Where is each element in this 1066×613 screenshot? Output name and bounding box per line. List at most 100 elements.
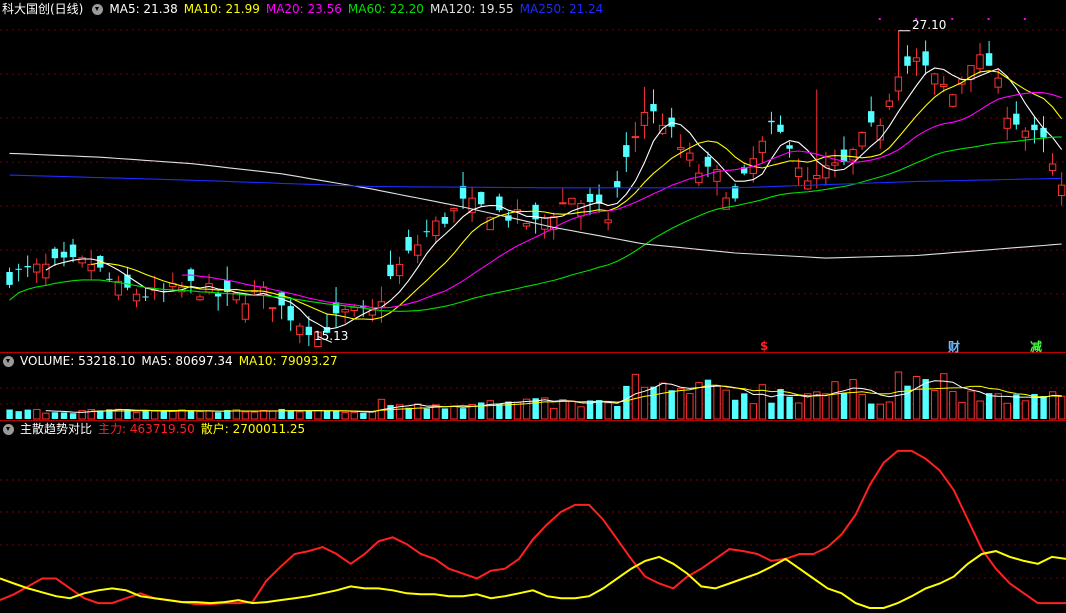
volume-bar-6 (60, 412, 68, 419)
volume-panel-menu-icon[interactable] (3, 355, 14, 367)
volume-bar-60 (550, 407, 558, 420)
stock-chart[interactable] (0, 0, 1066, 613)
candle-body-63 (577, 202, 585, 217)
candle-body-97 (885, 100, 894, 107)
candle-body-26 (241, 303, 250, 320)
volume-bar-80 (732, 399, 739, 419)
ma5-line (45, 67, 1063, 330)
candle-body-29 (268, 307, 277, 310)
candle-body-59 (540, 217, 549, 230)
volume-bar-26 (241, 411, 250, 420)
volume-bar-45 (414, 403, 422, 420)
volume-bar-29 (268, 410, 277, 420)
candle-body-66 (604, 219, 612, 224)
volume-bar-1 (15, 411, 22, 419)
volume-bar-73 (668, 390, 675, 419)
volume-bar-74 (677, 388, 685, 420)
candle-body-70 (640, 111, 649, 126)
volume-bar-44 (405, 407, 412, 419)
ma10-label: MA10: 21.99 (183, 2, 260, 16)
candle-body-62 (568, 197, 576, 205)
volume-bar-66 (604, 402, 612, 420)
volume-bar-14 (132, 411, 141, 420)
candle-body-21 (196, 296, 204, 301)
candle-body-84 (768, 120, 775, 123)
candle-body-54 (496, 196, 503, 211)
volume-bar-81 (741, 393, 748, 419)
candle-body-116 (1057, 184, 1066, 196)
volume-bar-34 (314, 410, 322, 420)
candle-body-107 (976, 54, 984, 70)
candle-body-101 (922, 51, 929, 66)
top-marker-112 (1023, 18, 1026, 20)
chart-title: 科大国创(日线) (2, 2, 84, 16)
high-price-label: 27.10 (912, 18, 947, 32)
volume-bar-48 (441, 408, 449, 419)
candle-body-23 (214, 293, 222, 297)
candle-body-32 (296, 325, 304, 336)
candle-body-69 (631, 136, 640, 139)
candle-body-104 (949, 94, 957, 107)
candle-body-7 (69, 244, 77, 258)
volume-bar-86 (786, 396, 793, 419)
candle-body-44 (405, 236, 412, 251)
volume-bar-75 (686, 393, 694, 420)
main-panel-menu-icon[interactable] (92, 3, 104, 15)
volume-bar-82 (749, 403, 758, 420)
volume-bar-38 (350, 411, 358, 420)
volume-label: VOLUME: 53218.10 (20, 354, 136, 368)
candle-body-49 (450, 208, 458, 212)
candle-body-89 (813, 174, 821, 179)
candle-body-110 (1003, 117, 1011, 129)
signal-jian: 减 (1030, 340, 1043, 354)
volume-bar-42 (387, 405, 394, 419)
candle-body-87 (794, 167, 803, 178)
volume-bar-62 (568, 400, 576, 420)
ma120-label: MA120: 19.55 (429, 2, 514, 16)
volume-bar-23 (215, 412, 222, 419)
low-price-label: 15.13 (314, 329, 349, 343)
volume-bar-95 (868, 403, 875, 419)
volume-bar-46 (423, 408, 431, 419)
candle-body-68 (623, 145, 630, 157)
candle-body-98 (894, 76, 903, 92)
sanhu-label: 散户: 2700011.25 (200, 422, 306, 436)
volume-bar-22 (205, 410, 213, 420)
trend-panel-title: 主散趋势对比 (20, 422, 93, 436)
volume-bar-71 (650, 386, 657, 419)
volume-bar-91 (831, 381, 839, 420)
candle-body-85 (777, 124, 784, 132)
volume-bar-90 (822, 393, 830, 420)
candle-body-102 (930, 73, 939, 85)
candle-body-45 (413, 244, 422, 256)
volume-bar-97 (885, 401, 894, 420)
candle-body-106 (967, 65, 975, 80)
trend-panel-menu-icon[interactable] (3, 423, 14, 435)
volume-bar-7 (69, 413, 77, 419)
top-marker-108 (987, 18, 990, 20)
top-marker-96 (878, 18, 881, 20)
signal-cai: 财 (948, 340, 961, 354)
ma5-label: MA5: 21.38 (109, 2, 178, 16)
candle-body-5 (51, 248, 59, 259)
candle-body-71 (650, 104, 657, 112)
volume-bar-78 (713, 385, 721, 420)
candle-body-103 (940, 83, 948, 87)
volume-panel-header: VOLUME: 53218.10 MA5: 80697.34 MA10: 790… (0, 352, 344, 370)
volume-bar-4 (42, 412, 50, 420)
candle-body-36 (332, 302, 340, 314)
candle-body-0 (6, 271, 13, 285)
volume-bar-87 (794, 402, 803, 420)
candle-body-93 (849, 148, 857, 161)
candle-body-108 (985, 53, 993, 66)
volume-bar-49 (450, 405, 458, 420)
ma250-line (9, 174, 1062, 189)
volume-bar-54 (496, 403, 503, 419)
candle-body-15 (142, 296, 149, 298)
volume-bar-106 (967, 390, 975, 420)
volume-bar-67 (614, 405, 621, 419)
volume-bar-116 (1058, 395, 1066, 420)
candle-body-86 (786, 145, 793, 149)
candle-body-42 (387, 264, 394, 277)
volume-bar-68 (623, 385, 630, 419)
